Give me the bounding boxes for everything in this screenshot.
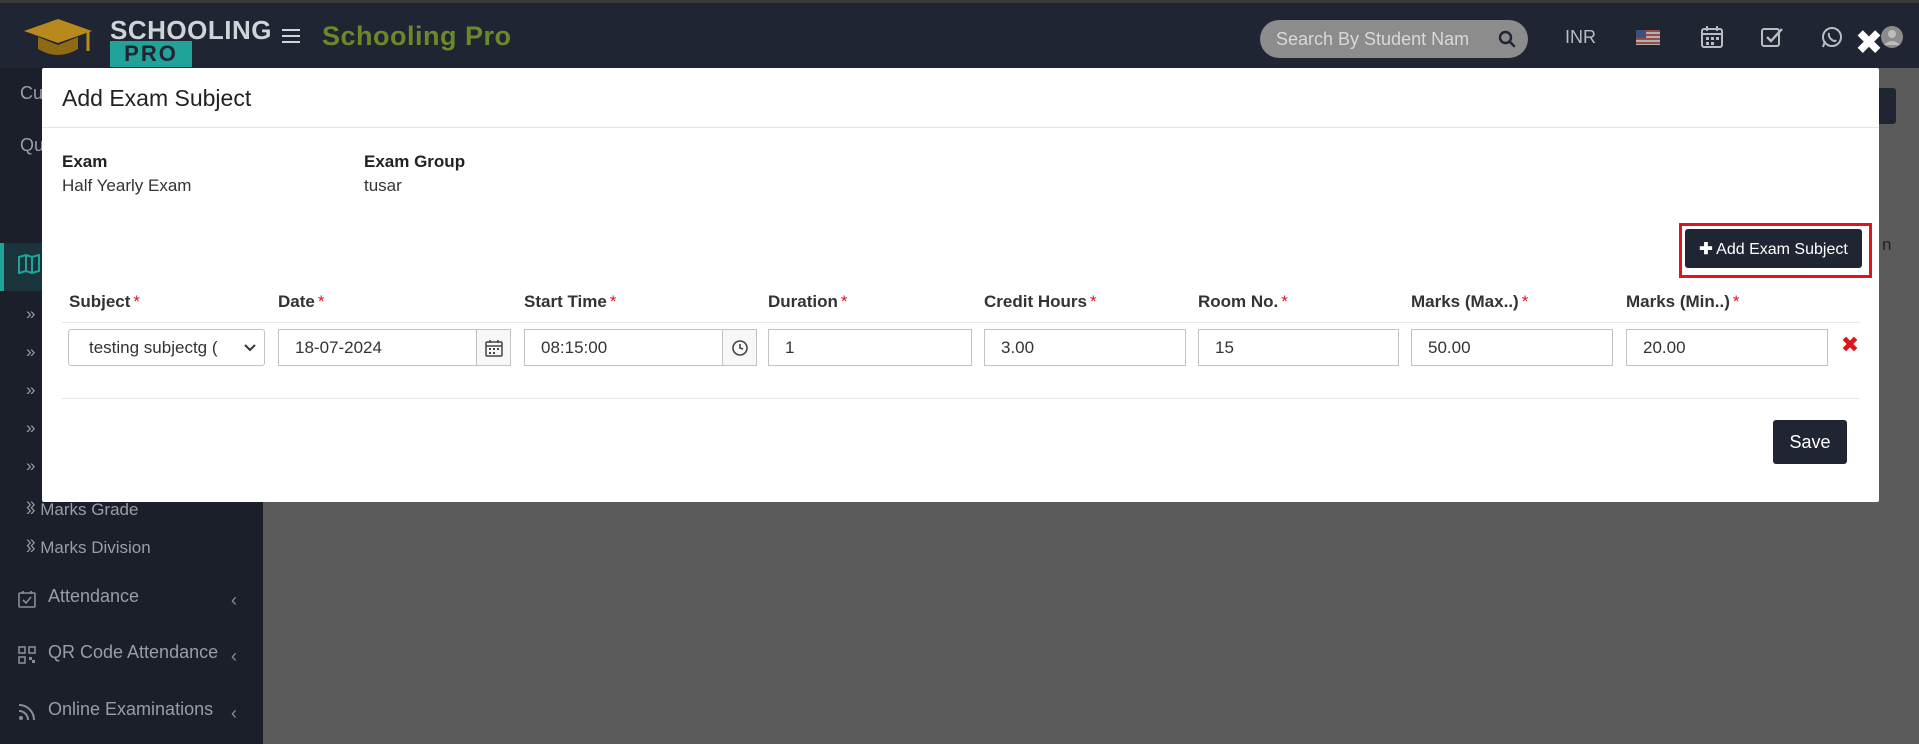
column-header-marks-min: Marks (Min..) * [1626, 292, 1740, 311]
modal-title: Add Exam Subject [62, 85, 252, 111]
add-exam-subject-button[interactable]: ✚ Add Exam Subject [1685, 229, 1862, 268]
sidebar-subitem-marks-grade[interactable]: » Marks Grade [26, 500, 138, 520]
brand-title: Schooling Pro [322, 21, 512, 51]
exam-group-value: tusar [364, 176, 402, 195]
marks-max-input[interactable] [1411, 329, 1613, 366]
sidebar-item-qr-code-attendance[interactable]: QR Code Attendance ‹ [0, 642, 263, 672]
subject-select-value: testing subjectg ( [89, 338, 218, 357]
sub-prefix-icon: » [26, 538, 36, 557]
currency-selector[interactable]: INR [1565, 27, 1596, 48]
credit-hours-input[interactable] [984, 329, 1186, 366]
room-no-input[interactable] [1198, 329, 1399, 366]
column-header-start-time: Start Time * [524, 292, 617, 311]
student-search [1260, 20, 1528, 58]
top-navbar: SCHOOLING PRO Schooling Pro INR [0, 0, 1919, 68]
sidebar-sub-chevron: » [26, 380, 36, 399]
background-partial-text: n [1882, 235, 1892, 254]
column-header-marks-max: Marks (Max..) * [1411, 292, 1529, 311]
sidebar-subitem-marks-division[interactable]: » Marks Division [26, 538, 151, 558]
us-flag-icon[interactable] [1636, 25, 1660, 49]
task-check-icon[interactable] [1760, 25, 1784, 49]
sidebar-active-indicator [0, 243, 4, 291]
sidebar-subitem-label: Marks Division [40, 538, 151, 557]
logo-text-line2: PRO [110, 41, 192, 67]
header-divider [62, 322, 1860, 323]
sidebar-sub-chevron: » [26, 418, 36, 437]
map-icon [18, 254, 40, 274]
exam-group-label: Exam Group [364, 152, 466, 171]
exam-value: Half Yearly Exam [62, 176, 192, 195]
sidebar-sub-chevron: » [26, 304, 36, 323]
column-header-room-no: Room No. * [1198, 292, 1288, 311]
save-button[interactable]: Save [1773, 420, 1847, 464]
duration-input[interactable] [768, 329, 972, 366]
graduation-cap-icon [24, 19, 92, 55]
sidebar-item-attendance[interactable]: Attendance ‹ [0, 586, 263, 616]
sidebar-subitem-label: Marks Grade [40, 500, 139, 519]
sidebar-sub-chevron: » [26, 456, 36, 475]
calendar-icon [485, 340, 503, 357]
delete-row-icon[interactable]: ✖ [1839, 334, 1861, 356]
marks-min-input[interactable] [1626, 329, 1828, 366]
rss-icon [18, 704, 35, 721]
add-exam-subject-modal: Add Exam Subject Exam Half Yearly Exam E… [42, 68, 1879, 502]
modal-header: Add Exam Subject [42, 68, 1879, 128]
search-input[interactable] [1276, 28, 1486, 50]
sub-prefix-icon: » [26, 500, 36, 519]
exam-label: Exam [62, 152, 108, 171]
calendar-icon[interactable] [1700, 25, 1724, 49]
start-time-input[interactable] [524, 329, 723, 366]
column-header-credit-hours: Credit Hours * [984, 292, 1097, 311]
subject-select[interactable]: testing subjectg ( [68, 329, 265, 366]
date-input[interactable] [278, 329, 477, 366]
whatsapp-icon[interactable] [1820, 25, 1844, 49]
date-picker-button[interactable] [477, 329, 511, 366]
sidebar-item-online-examinations[interactable]: Online Examinations ‹ [0, 699, 263, 729]
sidebar-item-label: QR Code Attendance [48, 642, 219, 662]
close-modal-icon[interactable]: ✖ [1854, 26, 1884, 60]
app-logo[interactable]: SCHOOLING PRO [18, 9, 271, 67]
row-divider [62, 398, 1860, 399]
column-header-subject: Subject * [69, 292, 141, 311]
sidebar-item-label: Attendance [48, 586, 140, 606]
plus-icon: ✚ [1699, 240, 1713, 258]
column-header-duration: Duration * [768, 292, 848, 311]
chevron-left-icon: ‹ [231, 590, 237, 610]
chevron-down-icon [244, 344, 256, 352]
search-icon[interactable] [1498, 30, 1516, 48]
menu-toggle-icon[interactable] [282, 29, 300, 43]
time-picker-button[interactable] [723, 329, 757, 366]
sidebar-item-label: Qu [20, 135, 45, 155]
sidebar-item-label: Cu [20, 83, 44, 103]
column-header-date: Date * [278, 292, 325, 311]
sidebar-item-label: Online Examinations [48, 699, 214, 719]
calendar-check-icon [18, 591, 36, 608]
add-button-label: Add Exam Subject [1716, 240, 1848, 258]
clock-icon [732, 340, 748, 356]
chevron-left-icon: ‹ [231, 703, 237, 723]
qrcode-icon [18, 646, 36, 664]
chevron-left-icon: ‹ [231, 646, 237, 666]
sidebar-sub-chevron: » [26, 342, 36, 361]
